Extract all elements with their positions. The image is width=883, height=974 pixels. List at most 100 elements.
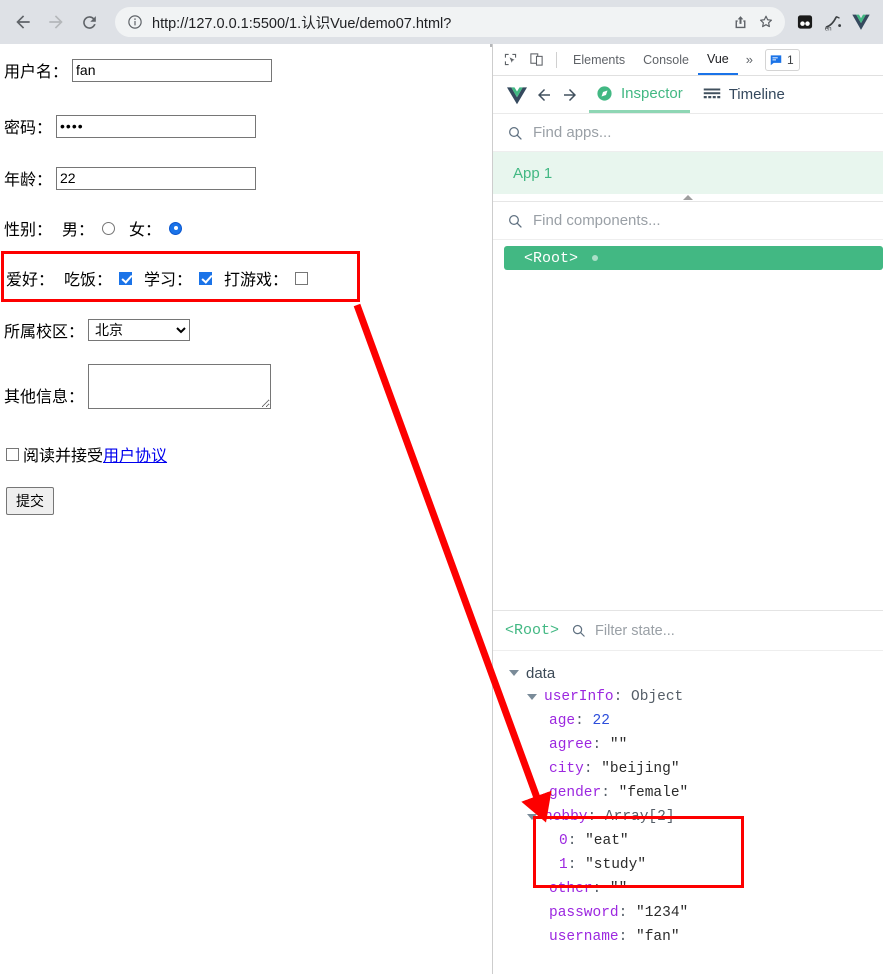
gender-male-label: 男： — [62, 222, 95, 239]
tab-elements[interactable]: Elements — [564, 44, 634, 75]
component-tree-item-root[interactable]: <Root> — [504, 246, 883, 270]
vue-devtools-extension-icon[interactable] — [847, 8, 875, 36]
filter-state-placeholder[interactable]: Filter state... — [595, 623, 675, 639]
issues-badge[interactable]: 1 — [765, 48, 800, 71]
state-entry-username[interactable]: username : "fan" — [509, 925, 883, 949]
devtools-tabbar: Elements Console Vue » 1 — [493, 44, 883, 76]
state-array-item-1[interactable]: 1 : "study" — [509, 853, 883, 877]
hobby-eat-checkbox[interactable] — [119, 271, 133, 285]
issues-message-icon — [770, 54, 782, 65]
tab-console[interactable]: Console — [634, 44, 698, 75]
state-key: gender — [549, 785, 602, 801]
state-entry-age[interactable]: age : 22 — [509, 709, 883, 733]
state-value: 22 — [592, 713, 610, 729]
username-row: 用户名： — [4, 58, 273, 82]
state-colon: : — [592, 737, 610, 753]
vue-panel-timeline-label: Timeline — [728, 86, 785, 103]
state-group-data[interactable]: data — [509, 661, 883, 685]
device-toolbar-icon[interactable] — [523, 47, 549, 73]
gender-male-radio[interactable] — [102, 221, 116, 235]
hobby-game-checkbox[interactable] — [295, 271, 309, 285]
state-value: "fan" — [636, 929, 680, 945]
app-list-item[interactable]: App 1 — [493, 152, 883, 194]
state-value-type: Object — [631, 689, 684, 705]
age-input[interactable] — [56, 166, 257, 190]
agree-checkbox[interactable] — [6, 447, 19, 461]
state-key: password — [549, 905, 619, 921]
tabbar-divider — [556, 51, 557, 68]
state-value: "" — [609, 737, 628, 753]
age-row: 年龄： — [4, 166, 257, 190]
user-agreement-link[interactable]: 用户协议 — [103, 442, 167, 466]
state-array-item-0[interactable]: 0 : "eat" — [509, 829, 883, 853]
vue-forward-button[interactable] — [557, 82, 583, 108]
campus-label: 所属校区： — [4, 324, 85, 341]
username-input[interactable] — [72, 58, 273, 82]
vue-panel-inspector[interactable]: Inspector — [589, 76, 690, 113]
site-info-icon[interactable] — [127, 14, 143, 30]
state-entry-agree[interactable]: agree : "" — [509, 733, 883, 757]
more-tabs-button[interactable]: » — [738, 52, 761, 67]
find-components-row[interactable]: Find components... — [493, 202, 883, 240]
reload-icon — [82, 15, 96, 29]
state-object-userinfo[interactable]: userInfo : Object — [509, 685, 883, 709]
username-label: 用户名： — [4, 64, 69, 81]
submit-button[interactable]: 提交 — [6, 487, 54, 515]
share-icon[interactable] — [727, 9, 753, 35]
hobby-study-checkbox[interactable] — [199, 271, 213, 285]
state-key: age — [549, 713, 576, 729]
state-colon: : — [583, 761, 602, 777]
bookmark-star-icon[interactable] — [753, 9, 779, 35]
state-array-hobby[interactable]: hobby : Array[2] — [509, 805, 883, 829]
hobby-game-label: 打游戏： — [224, 272, 289, 289]
campus-select[interactable]: 北京 — [88, 319, 191, 341]
state-group-label: data — [526, 664, 556, 682]
vue-logo-icon — [505, 83, 531, 107]
state-entry-city[interactable]: city : "beijing" — [509, 757, 883, 781]
vue-back-button[interactable] — [531, 82, 557, 108]
state-colon: : — [575, 713, 593, 729]
agree-row: 阅读并接受 用户协议 — [6, 442, 167, 466]
find-apps-row[interactable]: Find apps... — [493, 114, 883, 152]
password-row: 密码： — [4, 114, 257, 138]
state-colon: : — [618, 929, 637, 945]
state-entry-gender[interactable]: gender : "female" — [509, 781, 883, 805]
gender-female-label: 女： — [129, 222, 162, 239]
caret-down-icon[interactable] — [527, 814, 537, 820]
state-value: "eat" — [585, 833, 629, 849]
translate-en-extension-icon[interactable]: en — [819, 8, 847, 36]
vue-panel-inspector-label: Inspector — [621, 84, 683, 102]
other-textarea[interactable] — [88, 364, 272, 409]
state-colon: : — [592, 881, 610, 897]
vue-panel-timeline[interactable]: Timeline — [696, 76, 792, 113]
caret-down-icon[interactable] — [509, 670, 519, 676]
state-key: userInfo — [544, 689, 614, 705]
state-value: "beijing" — [601, 761, 680, 777]
inspect-element-icon[interactable] — [497, 47, 523, 73]
password-label: 密码： — [4, 120, 53, 137]
state-entry-password[interactable]: password : "1234" — [509, 901, 883, 925]
forward-button[interactable] — [41, 7, 71, 37]
gender-label: 性别： — [4, 222, 53, 239]
gender-female-radio[interactable] — [169, 221, 183, 235]
state-value: "female" — [618, 785, 689, 801]
age-label: 年龄： — [4, 172, 53, 189]
state-colon: : — [567, 857, 586, 873]
state-key: agree — [549, 737, 593, 753]
panda-extension-icon[interactable] — [791, 8, 819, 36]
state-entry-other[interactable]: other : "" — [509, 877, 883, 901]
password-input[interactable] — [56, 114, 257, 138]
reload-button[interactable] — [74, 7, 104, 37]
caret-down-icon[interactable] — [527, 694, 537, 700]
address-bar[interactable]: http://127.0.0.1:5500/1.认识Vue/demo07.htm… — [115, 7, 785, 37]
component-name: <Root> — [524, 249, 579, 267]
address-bar-url: http://127.0.0.1:5500/1.认识Vue/demo07.htm… — [152, 15, 452, 32]
state-root-tag: <Root> — [505, 622, 560, 639]
panel-splitter[interactable] — [493, 194, 883, 202]
browser-toolbar: http://127.0.0.1:5500/1.认识Vue/demo07.htm… — [0, 0, 883, 44]
vue-devtools-header: Inspector Timeline — [493, 76, 883, 114]
state-pane: <Root> Filter state... data userInfo : O… — [493, 610, 883, 974]
hobby-study-label: 学习： — [144, 272, 193, 289]
back-button[interactable] — [8, 7, 38, 37]
tab-vue[interactable]: Vue — [697, 44, 738, 75]
